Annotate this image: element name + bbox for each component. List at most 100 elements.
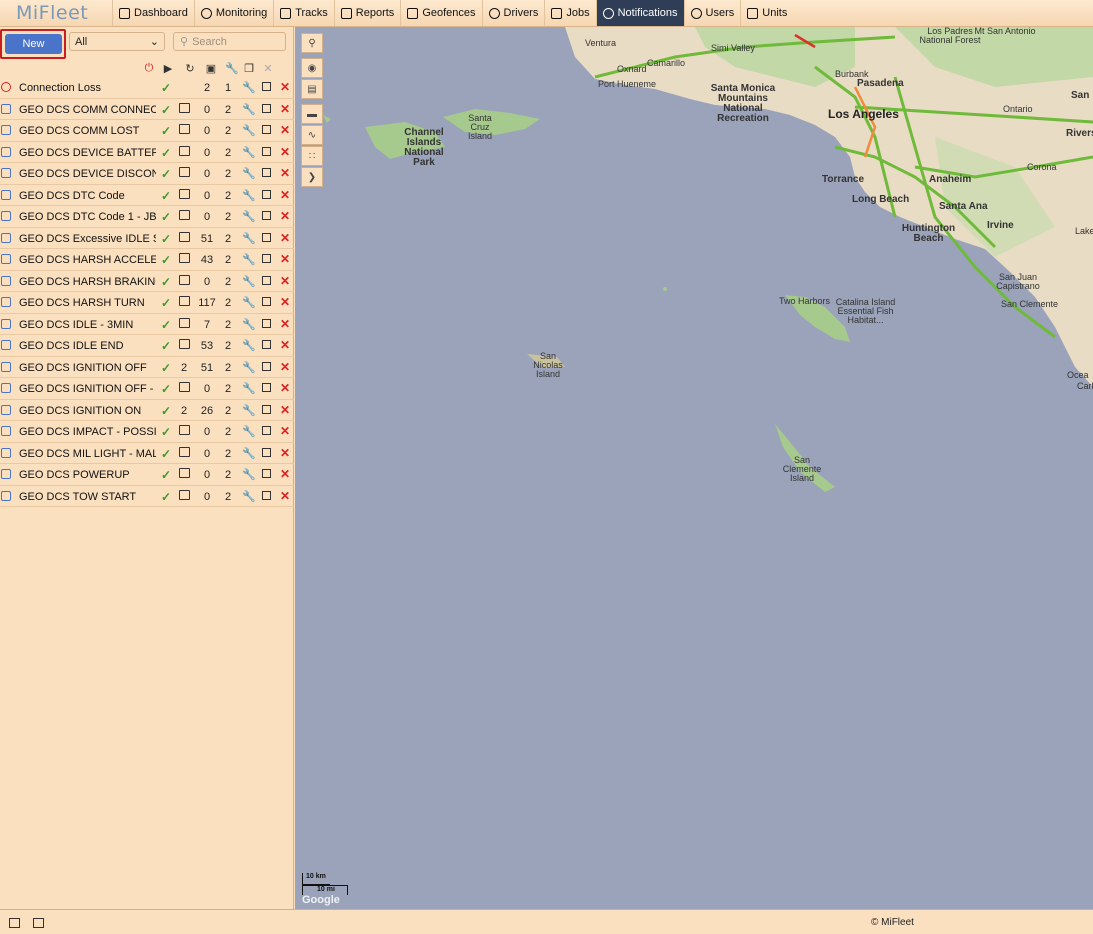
notification-row[interactable]: GEO DCS Excessive IDLE STA... ✓ 51 2 🔧 ✕ <box>0 228 294 249</box>
map-type-button[interactable]: ▤ <box>301 79 323 99</box>
notification-name[interactable]: GEO DCS HARSH ACCELERA... <box>19 254 156 266</box>
copy-icon[interactable] <box>262 469 271 478</box>
copy-icon[interactable] <box>262 297 271 306</box>
wrench-icon[interactable]: 🔧 <box>242 382 256 395</box>
play-box-icon[interactable]: ▶ <box>162 62 174 75</box>
copy-icon[interactable] <box>262 318 271 328</box>
delete-icon[interactable]: ✕ <box>280 338 290 352</box>
notification-name[interactable]: GEO DCS DEVICE DISCONNE... <box>19 168 156 180</box>
copy-icon[interactable] <box>262 254 271 263</box>
notification-name[interactable]: GEO DCS HARSH BRAKING <box>19 276 156 288</box>
notification-row[interactable]: GEO DCS HARSH TURN ✓ 117 2 🔧 ✕ <box>0 292 294 314</box>
check-icon[interactable]: ✓ <box>161 210 171 224</box>
delete-icon[interactable]: ✕ <box>280 166 290 180</box>
wrench-icon[interactable]: 🔧 <box>242 124 256 137</box>
notification-name[interactable]: GEO DCS IGNITION ON <box>19 405 156 417</box>
copy-icon[interactable] <box>262 232 271 242</box>
check-icon[interactable]: ✓ <box>161 275 171 289</box>
cluster-button[interactable]: ∷ <box>301 146 323 166</box>
nav-users[interactable]: Users <box>683 0 741 26</box>
panel-toggle-icon[interactable] <box>9 918 20 928</box>
wrench-icon[interactable]: 🔧 <box>242 318 256 331</box>
nav-notifications[interactable]: Notifications <box>595 0 684 26</box>
flag-icon[interactable] <box>179 382 190 392</box>
notification-row[interactable]: GEO DCS POWERUP ✓ 0 2 🔧 ✕ <box>0 464 294 486</box>
notification-name[interactable]: GEO DCS Excessive IDLE STA... <box>19 233 156 245</box>
flag-icon[interactable] <box>179 317 190 328</box>
notification-name[interactable]: GEO DCS IGNITION OFF <box>19 362 156 374</box>
flag-icon[interactable] <box>179 188 190 199</box>
delete-icon[interactable]: ✕ <box>280 360 290 374</box>
delete-icon[interactable]: ✕ <box>280 209 290 223</box>
wrench-icon[interactable]: 🔧 <box>242 296 256 309</box>
check-icon[interactable]: ✓ <box>161 296 171 310</box>
flag-icon[interactable] <box>179 102 190 113</box>
flag-icon[interactable] <box>179 296 190 306</box>
power-icon[interactable]: ⏻ <box>143 62 155 75</box>
check-icon[interactable]: ✓ <box>161 253 171 267</box>
notification-row[interactable]: GEO DCS IGNITION OFF - INA... ✓ 0 2 🔧 ✕ <box>0 378 294 400</box>
visibility-button[interactable]: ◉ <box>301 58 323 78</box>
wrench-icon[interactable]: 🔧 <box>242 275 256 288</box>
wrench-icon[interactable]: 🔧 <box>242 146 256 159</box>
map-view[interactable]: Ventura Simi Valley Oxnard Camarillo Por… <box>295 27 1093 909</box>
expand-button[interactable]: ❯ <box>301 167 323 187</box>
flag-icon[interactable] <box>179 210 190 220</box>
app-logo[interactable]: MiFleet <box>0 0 112 26</box>
check-icon[interactable]: ✓ <box>161 146 171 160</box>
notification-row[interactable]: GEO DCS COMM CONNECTED ✓ 02 🔧 ✕ <box>0 99 294 120</box>
check-icon[interactable]: ✓ <box>161 232 171 246</box>
wrench-icon[interactable]: 🔧 <box>242 232 256 245</box>
ruler-button[interactable]: ▬ <box>301 104 323 124</box>
check-icon[interactable]: ✓ <box>161 382 171 396</box>
google-attribution[interactable]: Google <box>302 894 340 906</box>
delete-icon[interactable]: ✕ <box>280 467 290 481</box>
copy-icon[interactable] <box>262 361 271 371</box>
flag-icon[interactable] <box>179 274 190 285</box>
notification-row[interactable]: GEO DCS HARSH BRAKING ✓ 0 2 🔧 ✕ <box>0 271 294 292</box>
check-icon[interactable]: ✓ <box>161 189 171 203</box>
delete-icon[interactable]: ✕ <box>280 295 290 309</box>
notification-name[interactable]: GEO DCS DTC Code 1 - JBUS <box>19 211 156 223</box>
nav-geofences[interactable]: Geofences <box>400 0 481 26</box>
check-icon[interactable]: ✓ <box>161 425 171 439</box>
notification-row[interactable]: GEO DCS DTC Code ✓ 0 2 🔧 ✕ <box>0 185 294 206</box>
nav-drivers[interactable]: Drivers <box>481 0 545 26</box>
delete-icon[interactable]: ✕ <box>280 446 290 460</box>
nav-units[interactable]: Units <box>740 0 793 26</box>
search-input[interactable] <box>192 35 283 48</box>
wrench-icon[interactable]: 🔧 <box>242 253 256 266</box>
check-icon[interactable]: ✓ <box>161 468 171 482</box>
delete-icon[interactable]: ✕ <box>280 231 290 245</box>
flag-icon[interactable] <box>179 468 190 478</box>
notification-name[interactable]: Connection Loss <box>19 82 156 94</box>
notification-row[interactable]: GEO DCS IGNITION ON ✓ 2 26 2 🔧 ✕ <box>0 400 294 421</box>
delete-icon[interactable]: ✕ <box>280 145 290 159</box>
copy-icon[interactable] <box>262 189 271 199</box>
copy-icon[interactable] <box>262 383 271 392</box>
notification-name[interactable]: GEO DCS HARSH TURN <box>19 297 156 309</box>
notification-row[interactable]: GEO DCS IDLE END ✓ 53 2 🔧 ✕ <box>0 335 294 357</box>
notification-name[interactable]: GEO DCS IDLE END <box>19 340 156 352</box>
wrench-icon[interactable]: 🔧 <box>242 361 256 374</box>
flag-icon[interactable] <box>179 253 190 263</box>
delete-icon[interactable]: ✕ <box>280 381 290 395</box>
notification-row[interactable]: GEO DCS DEVICE DISCONNE... ✓ 0 2 🔧 ✕ <box>0 163 294 185</box>
copy-icon[interactable] <box>262 103 271 113</box>
check-icon[interactable]: ✓ <box>161 490 171 504</box>
flag-icon[interactable] <box>179 231 190 242</box>
close-icon[interactable]: ✕ <box>262 62 274 75</box>
wrench-icon[interactable]: 🔧 <box>242 468 256 481</box>
nav-reports[interactable]: Reports <box>333 0 401 26</box>
notification-row[interactable]: GEO DCS IGNITION OFF ✓ 2 51 2 🔧 ✕ <box>0 357 294 378</box>
notification-name[interactable]: GEO DCS COMM CONNECTED <box>19 104 156 116</box>
check-icon[interactable]: ✓ <box>161 361 171 375</box>
new-notification-button[interactable]: New <box>5 34 62 54</box>
notification-name[interactable]: GEO DCS DTC Code <box>19 190 156 202</box>
notification-row[interactable]: GEO DCS COMM LOST ✓ 0 2 🔧 ✕ <box>0 120 294 142</box>
delete-icon[interactable]: ✕ <box>280 424 290 438</box>
copy-icon[interactable] <box>262 404 271 414</box>
delete-icon[interactable]: ✕ <box>280 123 290 137</box>
nav-dashboard[interactable]: Dashboard <box>112 0 194 26</box>
check-icon[interactable]: ✓ <box>161 339 171 353</box>
